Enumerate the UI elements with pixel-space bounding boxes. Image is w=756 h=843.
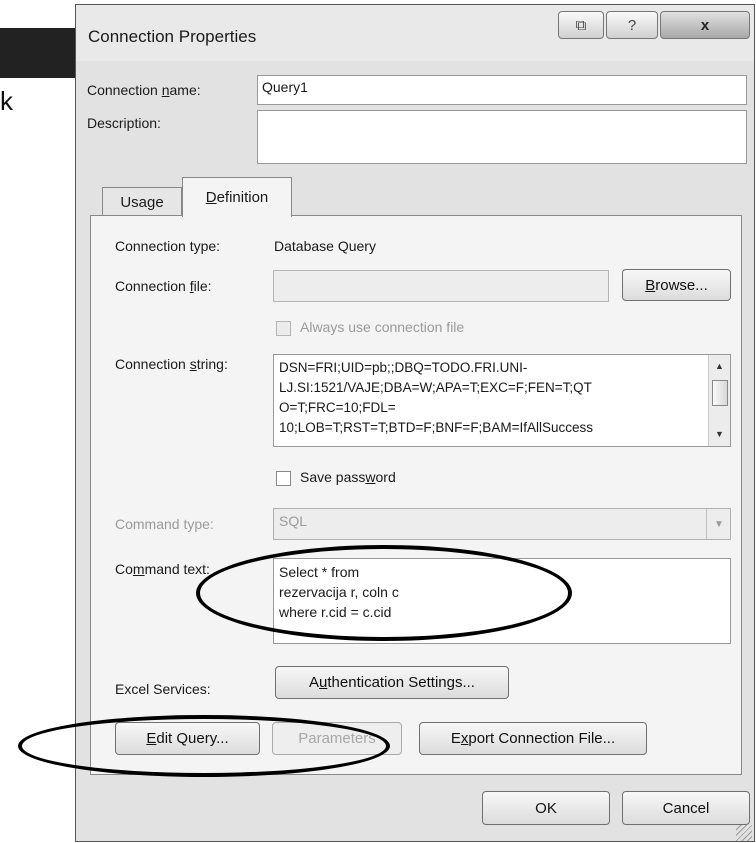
close-button[interactable]: x bbox=[660, 11, 750, 39]
definition-panel: Connection type: Database Query Connecti… bbox=[90, 215, 742, 775]
always-use-connection-file-label: Always use connection file bbox=[300, 319, 465, 335]
ok-button[interactable]: OK bbox=[482, 791, 610, 825]
connection-string-textarea[interactable]: DSN=FRI;UID=pb;;DBQ=TODO.FRI.UNI- LJ.SI:… bbox=[273, 354, 731, 447]
description-input[interactable] bbox=[257, 110, 747, 164]
restore-icon: ⧉ bbox=[575, 16, 587, 34]
help-button[interactable]: ? bbox=[606, 11, 658, 39]
scroll-thumb[interactable] bbox=[712, 380, 728, 406]
cancel-button[interactable]: Cancel bbox=[622, 791, 750, 825]
help-icon: ? bbox=[627, 16, 637, 34]
background-dark-bar bbox=[0, 28, 76, 78]
command-text-label: Command text: bbox=[115, 561, 210, 577]
connection-type-value: Database Query bbox=[274, 238, 376, 254]
authentication-settings-button[interactable]: Au thentication Settings... bbox=[275, 666, 509, 699]
tab-usage[interactable]: Usa g e bbox=[102, 187, 182, 216]
connection-name-label: Connection name: bbox=[87, 82, 201, 98]
excel-services-label: Excel Services: bbox=[115, 681, 211, 697]
close-icon: x bbox=[700, 16, 710, 34]
resize-grip-icon[interactable] bbox=[736, 825, 752, 841]
description-label: Description: bbox=[87, 115, 161, 131]
save-password-checkbox[interactable] bbox=[276, 471, 291, 486]
connection-file-input[interactable] bbox=[273, 270, 609, 302]
connection-string-scrollbar[interactable]: ▲ ▼ bbox=[708, 355, 730, 446]
scroll-up-icon[interactable]: ▲ bbox=[709, 361, 730, 371]
connection-name-input[interactable]: Query1 bbox=[257, 75, 747, 105]
dialog-title: Connection Properties bbox=[88, 27, 257, 46]
command-text-textarea[interactable]: Select * from rezervacija r, coln c wher… bbox=[273, 558, 731, 644]
browse-button[interactable]: Browse... bbox=[622, 269, 731, 301]
save-password-label: Save password bbox=[300, 469, 396, 485]
export-connection-file-button[interactable]: Ex port Connection File... bbox=[419, 722, 647, 755]
tab-definition[interactable]: Definition bbox=[182, 177, 292, 217]
restore-button[interactable]: ⧉ bbox=[558, 11, 604, 39]
chevron-down-icon[interactable]: ▼ bbox=[706, 509, 731, 539]
command-type-value: SQL bbox=[279, 513, 308, 529]
scroll-down-icon[interactable]: ▼ bbox=[709, 429, 730, 439]
command-type-label: Command type: bbox=[115, 516, 214, 532]
connection-file-label: Connection file: bbox=[115, 278, 212, 294]
parameters-button[interactable]: Parameters bbox=[272, 722, 402, 755]
command-type-select[interactable]: SQL bbox=[273, 508, 731, 540]
connection-string-label: Connection string: bbox=[115, 356, 228, 372]
connection-properties-dialog: Connection Properties ⧉ ? x Connection n… bbox=[75, 4, 755, 842]
title-bar[interactable]: Connection Properties ⧉ ? x bbox=[76, 5, 754, 61]
connection-type-label: Connection type: bbox=[115, 238, 221, 254]
edit-query-button[interactable]: Edit Query... bbox=[115, 722, 260, 755]
always-use-connection-file-checkbox[interactable] bbox=[276, 321, 291, 336]
background-text-fragment: k bbox=[0, 86, 13, 116]
